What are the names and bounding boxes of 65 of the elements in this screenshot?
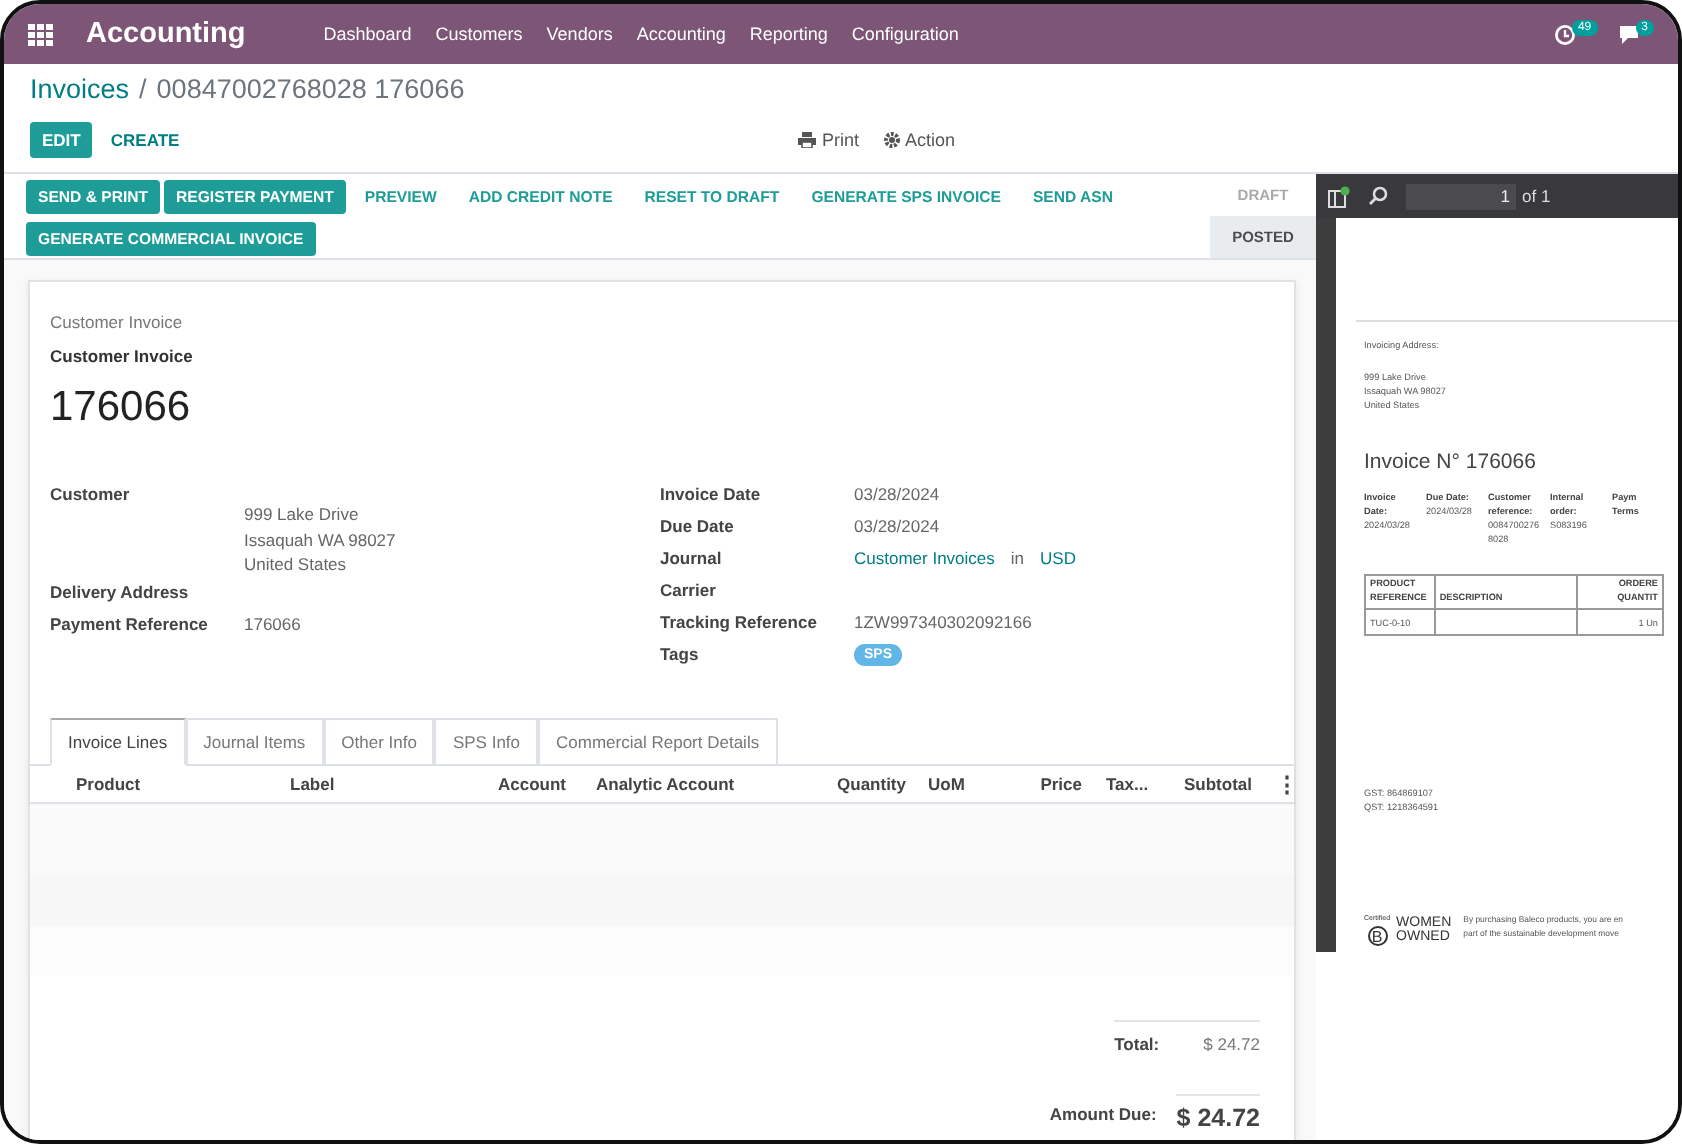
- clock-icon[interactable]: [1553, 23, 1576, 45]
- field-text: in: [1010, 548, 1025, 572]
- column-header: Label: [290, 774, 337, 794]
- column-header: Price: [1038, 774, 1082, 794]
- search-icon[interactable]: [1368, 186, 1388, 206]
- tab[interactable]: Commercial Report Details: [538, 718, 778, 766]
- field-link[interactable]: Customer Invoices: [854, 548, 995, 580]
- printer-icon: [798, 132, 816, 148]
- menu-item[interactable]: Configuration: [851, 24, 959, 44]
- sidebar-toggle-icon[interactable]: [1328, 185, 1350, 207]
- apps-menu-icon[interactable]: [28, 23, 54, 45]
- app-title: Accounting: [86, 18, 246, 50]
- total-label: Amount Due:: [1049, 1103, 1157, 1123]
- edit-button[interactable]: EDIT: [30, 122, 93, 158]
- field-label: Tags: [660, 644, 701, 668]
- field-label: Due Date: [660, 516, 736, 540]
- address-line: United States: [244, 552, 349, 578]
- field-value: 1ZW997340302092166: [854, 612, 1032, 636]
- field-link[interactable]: USD: [1040, 548, 1076, 580]
- field-label: Customer: [50, 484, 132, 508]
- column-header: Analytic Account: [596, 774, 737, 794]
- tab[interactable]: Journal Items: [185, 718, 324, 766]
- field-label: Payment Reference: [50, 613, 210, 638]
- column-header: Tax...: [1106, 774, 1151, 794]
- pdf-heading: Invoice N° 176066: [1364, 447, 1538, 478]
- address-line: 999 Lake Drive: [244, 502, 361, 528]
- field-label: Tracking Reference: [660, 612, 819, 636]
- gear-icon: [883, 132, 900, 148]
- breadcrumb-link[interactable]: Invoices: [30, 74, 130, 104]
- column-options-icon[interactable]: ⋮: [1276, 771, 1298, 797]
- menu-item[interactable]: Reporting: [749, 24, 828, 44]
- field-label: Carrier: [660, 580, 718, 604]
- create-button[interactable]: CREATE: [98, 122, 192, 158]
- total-value: $ 24.72: [1203, 1034, 1260, 1054]
- page-number-field[interactable]: 1: [1406, 183, 1516, 209]
- menu-item[interactable]: Accounting: [636, 24, 726, 44]
- print-button[interactable]: Print: [798, 130, 860, 150]
- menu-item[interactable]: Vendors: [546, 24, 613, 44]
- column-header: Account: [496, 774, 566, 794]
- form-subtitle: Customer Invoice: [50, 312, 185, 332]
- page-count: of 1: [1522, 186, 1551, 206]
- column-header: UoM: [928, 774, 967, 794]
- tab[interactable]: Other Info: [323, 718, 435, 766]
- tab[interactable]: SPS Info: [434, 718, 539, 766]
- column-header: Quantity: [835, 774, 906, 794]
- address-line: Issaquah WA 98027: [244, 527, 396, 553]
- column-header: Subtotal: [1182, 774, 1252, 794]
- tab[interactable]: Invoice Lines: [50, 718, 186, 766]
- record-title: 00847002768028 176066: [156, 74, 465, 104]
- chat-icon[interactable]: [1617, 23, 1640, 45]
- invoice-number: 176066: [50, 384, 193, 432]
- action-button[interactable]: Action: [883, 130, 956, 150]
- breadcrumb-separator: /: [139, 74, 147, 104]
- field-value: 176066: [244, 613, 301, 638]
- column-header: Product: [76, 774, 143, 794]
- menu-item[interactable]: Dashboard: [323, 24, 412, 44]
- field-label: Journal: [660, 548, 724, 572]
- total-label: Total:: [1114, 1034, 1160, 1054]
- field-label: Delivery Address: [50, 581, 191, 606]
- field-value: 03/28/2024: [854, 516, 940, 540]
- form-title: Customer Invoice: [50, 346, 195, 366]
- field-value: 03/28/2024: [854, 484, 940, 508]
- total-value: $ 24.72: [1176, 1094, 1260, 1132]
- menu-item[interactable]: Customers: [435, 24, 523, 44]
- field-label: Invoice Date: [660, 484, 763, 508]
